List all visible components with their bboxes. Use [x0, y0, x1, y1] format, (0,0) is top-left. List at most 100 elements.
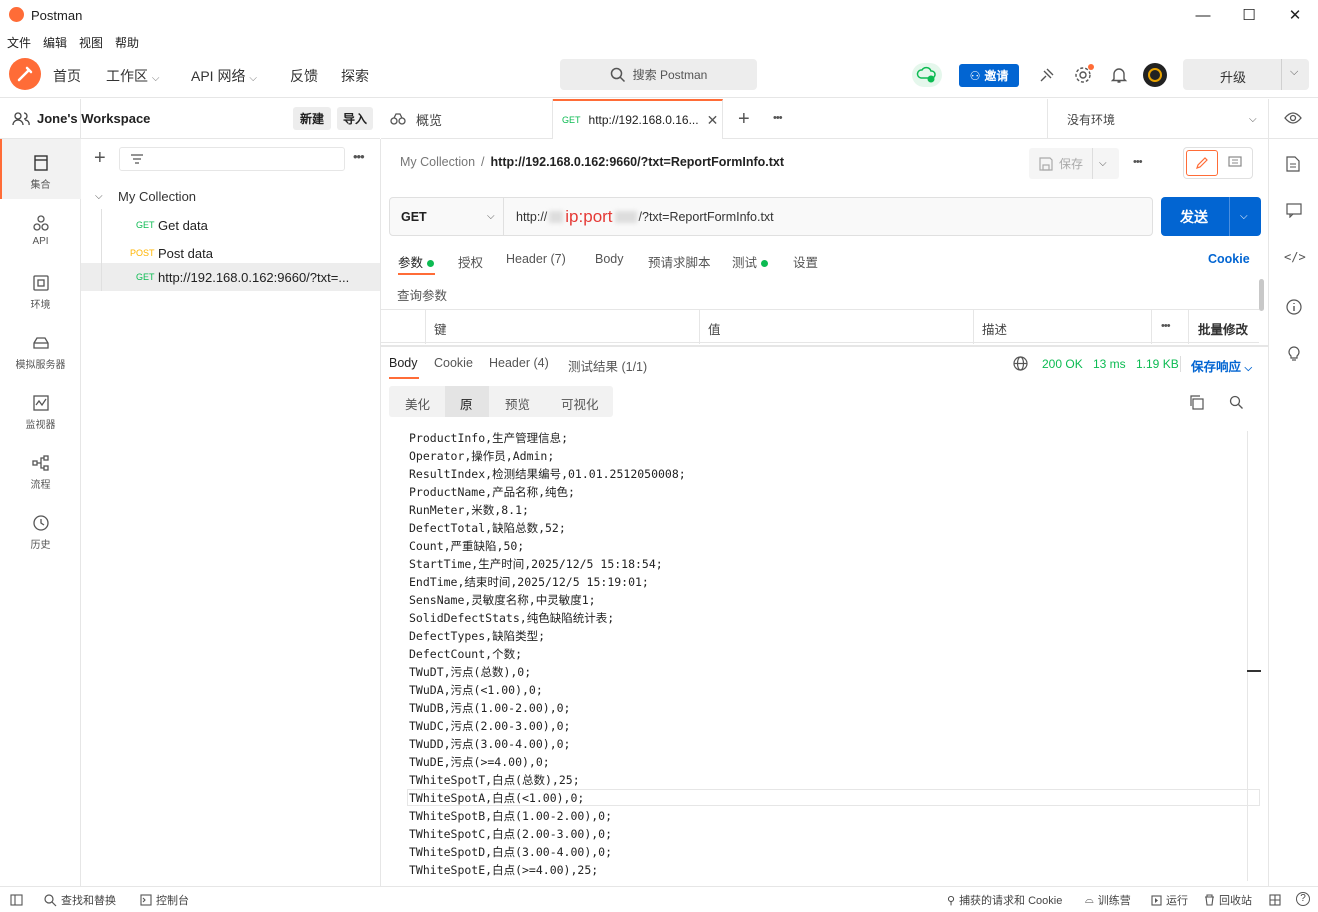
- copy-icon[interactable]: [1189, 395, 1204, 410]
- toggle-sidebar-icon[interactable]: [10, 894, 23, 906]
- search-response-icon[interactable]: [1229, 395, 1244, 410]
- col-options-icon[interactable]: •••: [1161, 320, 1171, 332]
- tab-headers[interactable]: Header (7): [506, 252, 566, 266]
- bell-icon[interactable]: [1110, 66, 1128, 84]
- menu-view[interactable]: 视图: [79, 34, 103, 51]
- code-snippet-icon[interactable]: </>: [1284, 250, 1306, 264]
- response-line: ProductInfo,生产管理信息;: [409, 431, 569, 445]
- request-options-icon[interactable]: •••: [1133, 156, 1143, 168]
- resp-tab-cookies[interactable]: Cookie: [434, 356, 473, 370]
- console-button[interactable]: 控制台: [140, 892, 189, 908]
- environment-select[interactable]: 没有环境 ⌵: [1047, 99, 1269, 139]
- resize-divider[interactable]: [381, 345, 1268, 347]
- view-pretty[interactable]: 美化: [405, 394, 430, 413]
- more-options-icon[interactable]: •••: [353, 149, 365, 164]
- import-button[interactable]: 导入: [337, 107, 373, 130]
- breadcrumb-collection[interactable]: My Collection: [400, 155, 475, 169]
- rail-collections[interactable]: 集合: [0, 146, 81, 206]
- close-tab-icon[interactable]: ✕: [707, 112, 719, 129]
- rail-mock-servers[interactable]: 模拟服务器: [0, 326, 81, 386]
- search-input[interactable]: 搜索 Postman: [560, 59, 757, 90]
- collection-row[interactable]: ⌵ My Collection: [81, 183, 380, 209]
- documentation-icon[interactable]: [1286, 156, 1300, 172]
- help-icon[interactable]: ?: [1296, 892, 1310, 906]
- upgrade-button[interactable]: 升级 ⌵: [1183, 59, 1309, 90]
- tab-pre-request-script[interactable]: 预请求脚本: [648, 252, 711, 271]
- tab-settings[interactable]: 设置: [793, 252, 818, 271]
- nav-workspaces[interactable]: 工作区 ⌵: [106, 66, 159, 86]
- new-tab-icon[interactable]: +: [738, 108, 750, 131]
- find-replace-button[interactable]: 查找和替换: [44, 892, 116, 908]
- tab-active-request[interactable]: GET http://192.168.0.16... ✕: [553, 99, 723, 139]
- send-button[interactable]: 发送 ⌵: [1161, 197, 1261, 236]
- tab-body[interactable]: Body: [595, 252, 624, 266]
- request-item-active[interactable]: GET http://192.168.0.162:9660/?txt=...: [81, 263, 380, 291]
- tab-params[interactable]: 参数: [398, 252, 435, 271]
- minimize-button[interactable]: —: [1180, 0, 1226, 30]
- chevron-down-icon: ⌵: [1244, 363, 1253, 374]
- close-button[interactable]: ✕: [1272, 0, 1318, 30]
- view-raw-active[interactable]: 原: [445, 386, 489, 417]
- tab-overview[interactable]: 概览: [381, 99, 553, 139]
- response-time[interactable]: 13 ms: [1093, 357, 1126, 371]
- nav-home[interactable]: 首页: [53, 66, 81, 86]
- new-button[interactable]: 新建: [293, 107, 331, 130]
- menu-help[interactable]: 帮助: [115, 34, 139, 51]
- view-preview[interactable]: 预览: [505, 394, 530, 413]
- tab-tests[interactable]: 测试: [732, 252, 769, 271]
- url-redaction-label: ip:port: [565, 206, 613, 226]
- view-visualize[interactable]: 可视化: [561, 394, 599, 413]
- eye-icon[interactable]: [1284, 111, 1302, 125]
- response-size[interactable]: 1.19 KB: [1136, 357, 1179, 371]
- menu-edit[interactable]: 编辑: [43, 34, 67, 51]
- menu-bar: 文件 编辑 视图 帮助: [0, 30, 1318, 52]
- sync-status-icon[interactable]: [912, 63, 942, 87]
- globe-icon[interactable]: [1013, 356, 1028, 371]
- rail-flows[interactable]: 流程: [0, 446, 81, 506]
- comments-icon[interactable]: [1286, 203, 1302, 218]
- filter-input[interactable]: [119, 147, 345, 171]
- status-code[interactable]: 200 OK: [1042, 357, 1083, 371]
- nav-api-network[interactable]: API 网络 ⌵: [191, 66, 257, 86]
- invite-button[interactable]: ⚇ 邀请: [959, 64, 1019, 87]
- add-icon[interactable]: +: [94, 147, 106, 170]
- doc-mode-button[interactable]: [1220, 150, 1250, 176]
- response-body[interactable]: ProductInfo,生产管理信息; Operator,操作员,Admin; Re…: [409, 429, 1249, 884]
- settings-gear-icon[interactable]: [1074, 64, 1094, 84]
- capture-button[interactable]: ⚲ 捕获的请求和 Cookie: [947, 892, 1062, 908]
- rail-label: API: [32, 236, 49, 247]
- tab-auth[interactable]: 授权: [458, 252, 483, 271]
- chevron-down-icon[interactable]: ⌵: [1290, 66, 1298, 79]
- info-icon[interactable]: [1286, 299, 1302, 315]
- bulk-edit-button[interactable]: 批量修改: [1198, 319, 1248, 338]
- nav-explore[interactable]: 探索: [341, 66, 369, 86]
- rail-history[interactable]: 历史: [0, 506, 81, 566]
- avatar[interactable]: [1143, 63, 1167, 87]
- tab-options-icon[interactable]: •••: [773, 112, 783, 124]
- resp-tab-body[interactable]: Body: [389, 356, 418, 370]
- rail-api[interactable]: API: [0, 206, 81, 266]
- url-input[interactable]: http:// ip:port /?txt=ReportFormInfo.txt: [516, 198, 774, 235]
- edit-mode-button[interactable]: [1186, 150, 1218, 176]
- nav-feedback[interactable]: 反馈: [290, 66, 318, 86]
- save-response-button[interactable]: 保存响应 ⌵: [1191, 356, 1252, 375]
- request-item-get-data[interactable]: GET Get data: [81, 211, 380, 239]
- bootcamp-button[interactable]: ⌓ 训练营: [1085, 892, 1131, 908]
- postman-home-logo-icon[interactable]: [9, 58, 41, 90]
- rail-environments[interactable]: 环境: [0, 266, 81, 326]
- rail-monitors[interactable]: 监视器: [0, 386, 81, 446]
- maximize-button[interactable]: ☐: [1226, 0, 1272, 30]
- cookies-link[interactable]: Cookie: [1208, 252, 1250, 266]
- trash-button[interactable]: 回收站: [1204, 892, 1252, 908]
- method-select[interactable]: GET ⌵: [390, 198, 504, 235]
- satellite-icon[interactable]: [1038, 66, 1056, 84]
- resp-tab-headers[interactable]: Header (4): [489, 356, 549, 370]
- menu-file[interactable]: 文件: [7, 34, 31, 51]
- params-scrollbar[interactable]: [1259, 279, 1264, 311]
- resp-tab-test-results[interactable]: 测试结果 (1/1): [568, 356, 647, 375]
- runner-button[interactable]: 运行: [1151, 892, 1188, 908]
- lightbulb-icon[interactable]: [1287, 345, 1301, 361]
- layout-icon[interactable]: [1269, 894, 1281, 906]
- response-scrollbar-track[interactable]: [1247, 431, 1248, 881]
- save-button[interactable]: 保存 ⌵: [1029, 148, 1119, 179]
